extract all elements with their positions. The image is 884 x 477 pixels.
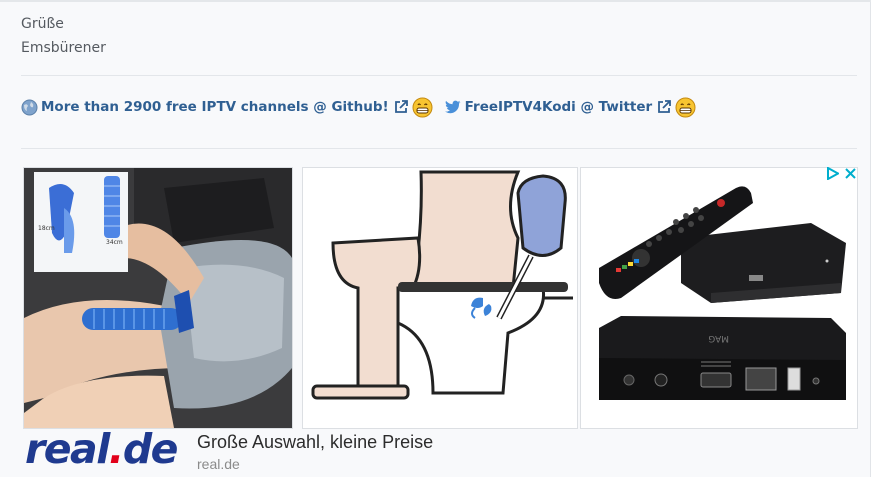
ad-controls [826, 167, 856, 180]
ad-image-bidet-illustration[interactable] [302, 167, 578, 429]
ad-domain: real.de [197, 456, 240, 472]
divider [21, 148, 857, 149]
external-link-icon[interactable] [657, 100, 672, 114]
page-edge [871, 0, 884, 477]
device-brand-text: MAG [708, 333, 729, 343]
signature-name: Emsbürener [21, 40, 106, 56]
divider [21, 75, 857, 76]
size-label-b: 34cm [106, 239, 123, 246]
twitter-bird-icon [444, 100, 461, 114]
ad-unit[interactable]: 18cm 34cm MAG real.de Große Auswahl, kle… [23, 167, 858, 477]
ad-headline[interactable]: Große Auswahl, kleine Preise [197, 432, 433, 453]
twitter-link[interactable]: FreeIPTV4Kodi @ Twitter [465, 99, 653, 115]
ad-image-portable-urinal[interactable]: 18cm 34cm [23, 167, 293, 429]
advertiser-logo[interactable]: real.de [25, 425, 178, 473]
signature-greeting: Grüße [21, 16, 64, 32]
adchoices-icon[interactable] [826, 167, 839, 180]
external-link-icon[interactable] [394, 100, 408, 114]
signature-links: More than 2900 free IPTV channels @ Gith… [21, 97, 696, 117]
size-label-a: 18cm [38, 225, 55, 232]
globe-icon [21, 99, 38, 116]
ad-image-settop-box[interactable]: MAG [580, 167, 858, 429]
grin-emoji-icon [675, 97, 696, 118]
grin-emoji-icon [412, 97, 433, 118]
close-icon[interactable] [845, 168, 856, 179]
iptv-github-link[interactable]: More than 2900 free IPTV channels @ Gith… [41, 99, 389, 115]
